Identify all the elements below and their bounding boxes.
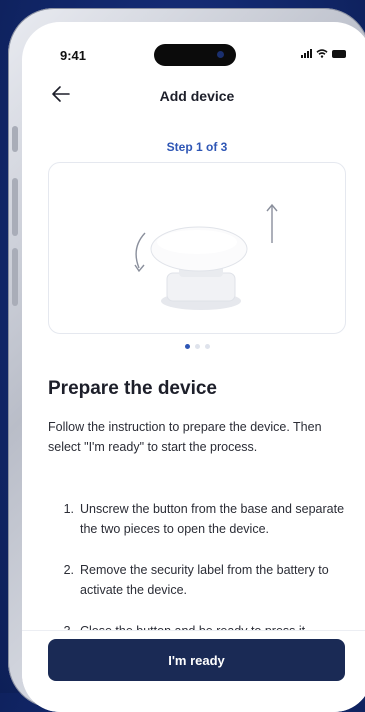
carousel-dot[interactable] [204,344,210,349]
step-text: Unscrew the button from the base and sep… [80,502,345,536]
signal-icon [301,49,312,58]
step-indicator: Step 1 of 3 [166,140,228,154]
page-title: Add device [159,88,235,104]
step-text: Remove the security label from the batte… [80,563,329,597]
status-bar: 9:41 [22,22,365,72]
system-icons [301,49,346,58]
app-screen: 9:41 Add device Step 1 of 3 Prepare the … [22,22,365,712]
carousel-dot[interactable] [194,344,200,349]
section-heading: Prepare the device [48,378,217,399]
carousel-dot[interactable] [184,344,190,349]
list-item: 1. Unscrew the button from the base and … [48,500,348,539]
rotate-icon [135,232,146,269]
status-time: 9:41 [60,48,87,63]
step-number: 1. [63,502,74,516]
step-number: 2. [63,563,74,577]
battery-icon [332,50,346,58]
phone-frame: 9:41 Add device Step 1 of 3 Prepare the … [8,8,365,712]
camera-dot [217,51,224,58]
intro-text: Follow the instruction to prepare the de… [48,420,322,454]
volume-up-button [12,178,18,236]
carousel-dots[interactable] [22,344,365,349]
wifi-icon [316,49,328,58]
device-illustration-card [48,162,346,334]
dynamic-island [154,44,236,66]
list-item: 2. Remove the security label from the ba… [48,561,348,600]
im-ready-button[interactable]: I'm ready [48,639,345,681]
mute-switch [12,126,18,152]
device-illustration [134,203,278,310]
volume-down-button [12,248,18,306]
